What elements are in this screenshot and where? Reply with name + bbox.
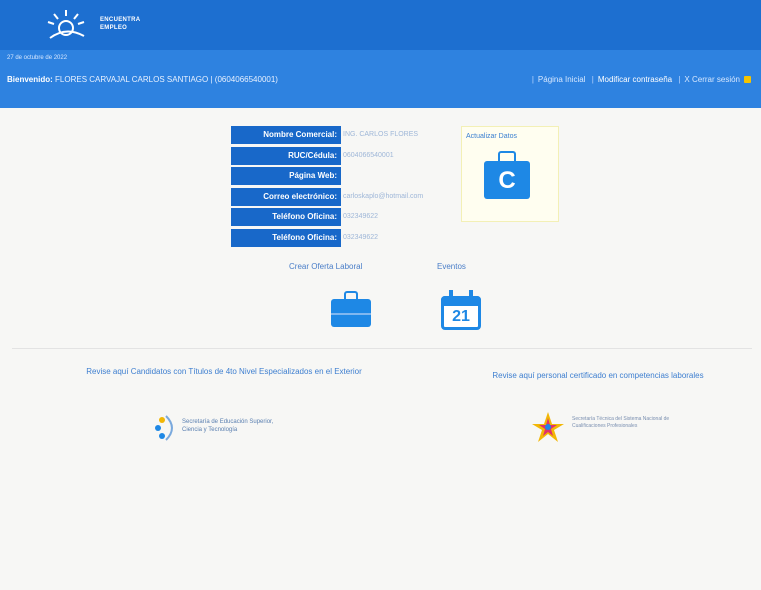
section-divider [12, 348, 752, 349]
top-bar: ENCUENTRA EMPLEO [0, 0, 761, 50]
session-nav: | Página Inicial | Modificar contraseña | X… [528, 75, 751, 84]
brand-text: ENCUENTRA EMPLEO [100, 16, 140, 32]
user-name: FLORES CARVAJAL CARLOS SANTIAGO [55, 75, 209, 84]
update-data-card[interactable]: Actualizar Datos C [461, 126, 559, 222]
info-label: Correo electrónico: [231, 187, 341, 206]
cualificaciones-logo-text: Secretaría Técnica del Sistema Nacional … [572, 416, 670, 429]
calendar-day: 21 [452, 308, 470, 325]
certified-personnel-link[interactable]: Revise aquí personal certificado en comp… [448, 370, 748, 381]
briefcase-icon[interactable] [331, 291, 371, 329]
session-bar: 27 de octubre de 2022 Bienvenido: FLORES… [0, 50, 761, 108]
calendar-icon[interactable]: 21 [441, 290, 483, 332]
update-icon-letter: C [498, 167, 516, 194]
info-label: Nombre Comercial: [231, 126, 341, 144]
info-label: Teléfono Oficina: [231, 208, 341, 226]
home-link[interactable]: Página Inicial [538, 75, 586, 84]
logout-link[interactable]: Cerrar sesión [692, 75, 740, 84]
close-icon[interactable]: X [684, 75, 689, 84]
create-offer-link[interactable]: Crear Oferta Laboral [289, 262, 362, 271]
current-date: 27 de octubre de 2022 [7, 55, 68, 61]
cualificaciones-logo[interactable]: Secretaría Técnica del Sistema Nacional … [530, 410, 680, 450]
brand-line-2: EMPLEO [100, 25, 128, 31]
info-value: ING. CARLOS FLORES [343, 131, 419, 138]
encuentra-empleo-logo[interactable]: ENCUENTRA EMPLEO [42, 8, 182, 44]
senescyt-emblem-icon [155, 415, 173, 441]
briefcase-icon[interactable]: C [484, 151, 530, 201]
lock-icon[interactable] [744, 76, 751, 84]
info-value: 032349622 [343, 213, 379, 220]
welcome-label: Bienvenido: [7, 75, 53, 84]
sun-person-icon [47, 10, 85, 39]
brand-line-1: ENCUENTRA [100, 17, 141, 23]
info-value: carloskaplo@hotmail.com [343, 192, 424, 200]
info-label: RUC/Cédula: [231, 146, 341, 165]
senescyt-logo[interactable]: Secretaría de Educación Superior, Cienci… [152, 408, 292, 448]
info-value: 032349622 [343, 233, 379, 241]
events-link[interactable]: Eventos [437, 262, 466, 271]
senescyt-logo-text: Secretaría de Educación Superior, Cienci… [182, 419, 274, 433]
foreign-candidates-link[interactable]: Revise aquí Candidatos con Títulos de 4t… [26, 366, 422, 377]
welcome-message: Bienvenido: FLORES CARVAJAL CARLOS SANTI… [7, 75, 278, 84]
change-password-link[interactable]: Modificar contraseña [598, 75, 672, 84]
update-data-title[interactable]: Actualizar Datos [466, 133, 517, 140]
cualificaciones-emblem-icon [532, 412, 564, 442]
info-value: 0604066540001 [343, 151, 394, 159]
info-label: Página Web: [231, 167, 341, 185]
user-id: (0604066540001) [214, 75, 278, 84]
info-label: Teléfono Oficina: [231, 228, 341, 247]
